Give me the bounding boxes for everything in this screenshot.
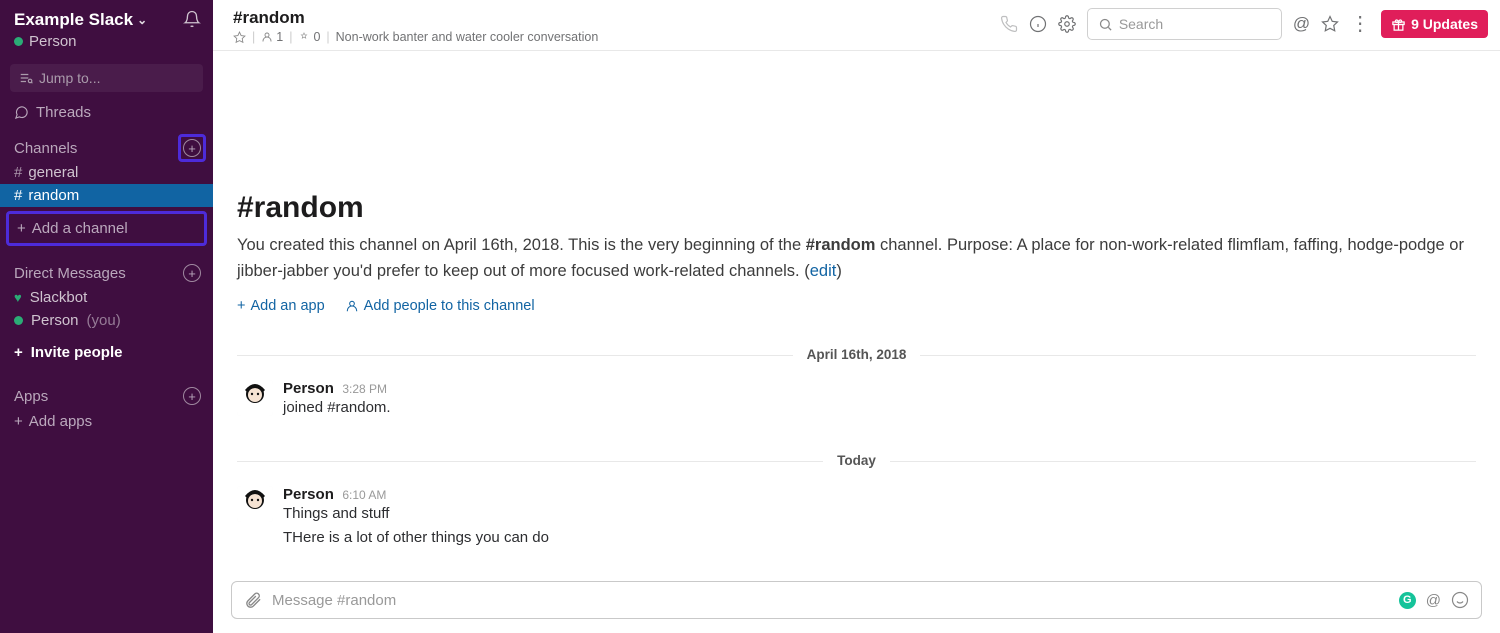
heart-icon: ♥ — [14, 290, 22, 305]
more-icon[interactable]: ⋮ — [1350, 14, 1370, 34]
plus-icon: + — [237, 298, 245, 314]
channel-random[interactable]: # random — [0, 184, 213, 207]
invite-people-link[interactable]: + Invite people — [0, 332, 213, 373]
gear-icon[interactable] — [1058, 15, 1076, 33]
presence-dot-icon — [14, 316, 23, 325]
phone-icon[interactable] — [1000, 15, 1018, 33]
plus-circle-icon[interactable]: + — [183, 139, 201, 157]
plus-icon: + — [14, 413, 23, 430]
mentions-icon[interactable]: @ — [1293, 14, 1310, 34]
channel-header: #random | 1 | 0 | Non- — [213, 0, 1500, 51]
current-user[interactable]: Person — [14, 33, 147, 50]
you-label: (you) — [87, 312, 121, 329]
attach-icon[interactable] — [244, 591, 262, 609]
invite-label: Invite people — [31, 344, 123, 361]
threads-link[interactable]: Threads — [0, 100, 213, 125]
add-channel-highlight: + — [183, 139, 201, 157]
avatar[interactable] — [237, 486, 273, 522]
message-time: 6:10 AM — [342, 488, 386, 502]
search-list-icon — [19, 71, 33, 85]
message-text: THere is a lot of other things you can d… — [283, 526, 1476, 549]
threads-icon — [14, 105, 29, 120]
message-text: joined #random. — [283, 399, 391, 416]
pins-icon[interactable]: 0 — [298, 30, 320, 44]
dm-label: Slackbot — [30, 289, 88, 306]
message-text: Things and stuff — [283, 505, 389, 522]
message-author[interactable]: Person — [283, 486, 334, 503]
gift-icon — [1391, 17, 1406, 32]
emoji-icon[interactable] — [1451, 591, 1469, 609]
message-row[interactable]: Person 3:28 PM joined #random. — [237, 376, 1476, 420]
team-switcher[interactable]: Example Slack ⌄ — [14, 10, 147, 30]
search-placeholder: Search — [1119, 16, 1163, 32]
bell-icon[interactable] — [183, 10, 201, 28]
channel-label: general — [28, 164, 78, 181]
date-divider: April 16th, 2018 — [237, 346, 1476, 364]
add-channel-label: Add a channel — [32, 220, 128, 237]
message-composer[interactable]: Message #random G @ — [231, 581, 1482, 619]
dm-header[interactable]: Direct Messages — [14, 265, 126, 282]
user-name: Person — [29, 33, 77, 50]
message-time: 3:28 PM — [342, 382, 387, 396]
plus-circle-icon[interactable]: + — [183, 387, 201, 405]
apps-header[interactable]: Apps — [14, 388, 48, 405]
intro-description: You created this channel on April 16th, … — [237, 233, 1476, 284]
hash-icon: # — [14, 187, 22, 204]
info-icon[interactable] — [1029, 15, 1047, 33]
channel-intro: #random You created this channel on Apri… — [237, 51, 1476, 314]
sidebar: Example Slack ⌄ Person Jump to... — [0, 0, 213, 633]
updates-label: 9 Updates — [1411, 16, 1478, 32]
channel-label: random — [28, 187, 79, 204]
chevron-down-icon: ⌄ — [137, 13, 147, 27]
plus-icon: + — [17, 220, 26, 237]
hash-icon: # — [14, 164, 22, 181]
dm-label: Person — [31, 312, 79, 329]
add-app-link[interactable]: + Add an app — [237, 298, 325, 314]
jump-to-input[interactable]: Jump to... — [10, 64, 203, 92]
date-divider: Today — [237, 452, 1476, 470]
edit-purpose-link[interactable]: edit — [810, 262, 837, 280]
search-input[interactable]: Search — [1087, 8, 1282, 40]
jump-to-label: Jump to... — [39, 70, 100, 86]
dm-self[interactable]: Person (you) — [0, 309, 213, 332]
updates-button[interactable]: 9 Updates — [1381, 10, 1488, 38]
person-icon — [345, 299, 359, 313]
members-count: 1 — [276, 30, 283, 44]
plus-circle-icon[interactable]: + — [183, 264, 201, 282]
intro-title: #random — [237, 191, 1476, 225]
team-name: Example Slack — [14, 10, 133, 30]
threads-label: Threads — [36, 104, 91, 121]
message-list: #random You created this channel on Apri… — [213, 51, 1500, 571]
composer-placeholder: Message #random — [272, 592, 396, 609]
grammarly-icon[interactable]: G — [1399, 592, 1416, 609]
dm-slackbot[interactable]: ♥ Slackbot — [0, 286, 213, 309]
main-pane: #random | 1 | 0 | Non- — [213, 0, 1500, 633]
channels-header[interactable]: Channels — [14, 140, 77, 157]
plus-icon: + — [14, 344, 23, 361]
avatar[interactable] — [237, 380, 273, 416]
add-channel-link[interactable]: + Add a channel — [6, 211, 207, 246]
channel-title[interactable]: #random — [233, 8, 598, 28]
message-row[interactable]: Person 6:10 AM Things and stuff — [237, 482, 1476, 526]
search-icon — [1098, 17, 1113, 32]
pins-count: 0 — [313, 30, 320, 44]
add-apps-link[interactable]: + Add apps — [0, 409, 213, 434]
message-author[interactable]: Person — [283, 380, 334, 397]
star-outline-icon[interactable] — [1321, 15, 1339, 33]
star-icon[interactable] — [233, 31, 246, 44]
members-icon[interactable]: 1 — [261, 30, 283, 44]
add-people-link[interactable]: Add people to this channel — [345, 298, 535, 314]
channel-topic[interactable]: Non-work banter and water cooler convers… — [336, 30, 599, 44]
mention-icon[interactable]: @ — [1426, 592, 1441, 609]
presence-dot-icon — [14, 37, 23, 46]
channel-general[interactable]: # general — [0, 161, 213, 184]
add-apps-label: Add apps — [29, 413, 92, 430]
